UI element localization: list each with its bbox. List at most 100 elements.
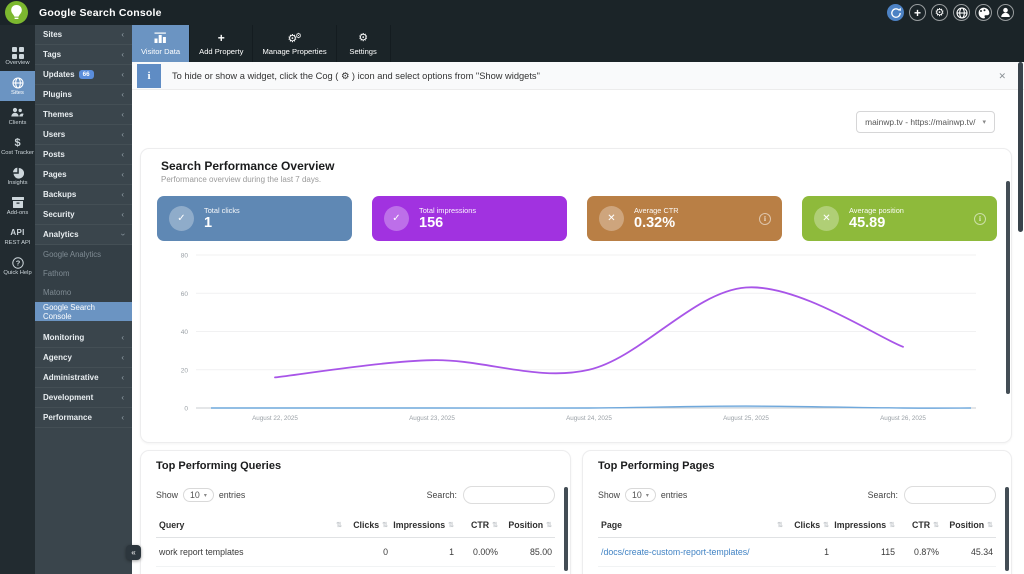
main-menu-item-label: Sites <box>11 90 24 96</box>
main-menu-item-sites[interactable]: Sites <box>0 71 35 101</box>
search-input[interactable] <box>463 486 555 504</box>
stat-texts: Average CTR0.32% <box>634 206 679 231</box>
column-header-clicks[interactable]: Clicks⇅ <box>786 513 832 538</box>
site-selector-value: mainwp.tv - https://mainwp.tv/ <box>865 117 975 127</box>
sidebar-item-plugins[interactable]: Plugins‹ <box>35 85 132 105</box>
main-menu-item-cost-tracker[interactable]: $Cost Tracker <box>0 131 35 161</box>
column-header-clicks[interactable]: Clicks⇅ <box>345 513 391 538</box>
value-cell: 115 <box>832 538 898 567</box>
info-icon[interactable]: i <box>759 213 771 225</box>
sidebar-subitem-google-analytics[interactable]: Google Analytics <box>35 245 132 264</box>
column-header-impressions[interactable]: Impressions⇅ <box>832 513 898 538</box>
column-header-label: Page <box>601 520 622 530</box>
top-queries-widget: Top Performing QueriesShow10▾entriesSear… <box>140 450 571 574</box>
column-header-position[interactable]: Position⇅ <box>501 513 555 538</box>
main-menu-item-insights[interactable]: Insights <box>0 161 35 191</box>
sidebar-item-development[interactable]: Development‹ <box>35 388 132 408</box>
column-header-ctr[interactable]: CTR⇅ <box>898 513 942 538</box>
mainwp-logo-icon[interactable] <box>5 1 28 24</box>
sidebar-item-users[interactable]: Users‹ <box>35 125 132 145</box>
page-scrollbar[interactable] <box>1018 62 1023 232</box>
palette-icon <box>978 7 990 19</box>
tab-settings[interactable]: ⚙Settings <box>337 25 391 62</box>
widget-scrollbar[interactable] <box>1006 181 1010 394</box>
svg-text:80: 80 <box>181 253 189 260</box>
sidebar-subitem-fathom[interactable]: Fathom <box>35 264 132 283</box>
add-button[interactable]: + <box>909 4 926 21</box>
sort-icon: ⇅ <box>382 521 388 529</box>
sidebar-item-updates[interactable]: Updates66‹ <box>35 65 132 85</box>
main-menu-item-rest-api[interactable]: APIREST API <box>0 221 35 251</box>
sidebar-item-analytics[interactable]: Analytics‹ <box>35 225 132 245</box>
sidebar-item-sites[interactable]: Sites‹ <box>35 25 132 45</box>
account-button[interactable] <box>997 4 1014 21</box>
check-circle-icon: ✓ <box>169 206 194 231</box>
main-menu-item-clients[interactable]: Clients <box>0 101 35 131</box>
search-label: Search: <box>868 490 898 500</box>
sidebar-item-security[interactable]: Security‹ <box>35 205 132 225</box>
sidebar-item-backups[interactable]: Backups‹ <box>35 185 132 205</box>
sidebar-item-label: Analytics <box>43 230 79 239</box>
tab-visitor-data[interactable]: Visitor Data <box>132 25 190 62</box>
main-menu-item-label: Overview <box>5 60 29 66</box>
tab-manage-properties[interactable]: ⚙⚙Manage Properties <box>253 25 336 62</box>
sidebar-item-performance[interactable]: Performance‹ <box>35 408 132 428</box>
chevron-icon: ‹ <box>121 210 124 219</box>
stat-card-average-ctr: ✕Average CTR0.32%i <box>587 196 782 241</box>
sidebar-item-agency[interactable]: Agency‹ <box>35 348 132 368</box>
sidebar-item-label: Tags <box>43 50 61 59</box>
search-input[interactable] <box>904 486 996 504</box>
column-header-label: Clicks <box>353 520 379 530</box>
svg-text:60: 60 <box>181 291 189 298</box>
settings-button[interactable]: ⚙ <box>931 4 948 21</box>
sidebar-item-label: Pages <box>43 170 67 179</box>
page-length-dropdown[interactable]: 10▾ <box>183 488 214 502</box>
table-scrollbar[interactable] <box>564 487 568 571</box>
show-label: Show <box>156 490 178 500</box>
main-menu-item-quick-help[interactable]: ?Quick Help <box>0 251 35 281</box>
page-length-control: Show10▾entries <box>156 488 245 502</box>
sidebar-item-administrative[interactable]: Administrative‹ <box>35 368 132 388</box>
chevron-icon: ‹ <box>121 333 124 342</box>
page-link[interactable]: /docs/create-custom-report-templates/ <box>598 538 786 567</box>
stat-card-total-clicks: ✓Total clicks1 <box>157 196 352 241</box>
page-length-control: Show10▾entries <box>598 488 687 502</box>
site-selector-dropdown[interactable]: mainwp.tv - https://mainwp.tv/ ▾ <box>856 111 995 133</box>
sidebar-item-themes[interactable]: Themes‹ <box>35 105 132 125</box>
sidebar-subitem-google-search-console[interactable]: Google Search Console <box>35 302 132 321</box>
svg-text:August 25, 2025: August 25, 2025 <box>723 415 769 422</box>
notice-close-icon[interactable]: ✕ <box>998 62 1006 90</box>
stat-card-total-impressions: ✓Total impressions156 <box>372 196 567 241</box>
page-link[interactable]: /docs/premium-plugin-updates-not-detecte… <box>598 567 786 574</box>
column-header-impressions[interactable]: Impressions⇅ <box>391 513 457 538</box>
chevron-icon: ‹ <box>121 90 124 99</box>
top-pages-controls: Show10▾entries Search: <box>598 485 996 505</box>
main-menu-item-overview[interactable]: Overview <box>0 41 35 71</box>
main-menu-item-label: REST API <box>5 240 31 246</box>
column-header-label: Position <box>508 520 543 530</box>
column-header-label: Impressions <box>393 520 445 530</box>
value-cell: 0.87% <box>898 538 942 567</box>
table-scrollbar[interactable] <box>1005 487 1009 571</box>
column-header-ctr[interactable]: CTR⇅ <box>457 513 501 538</box>
page-length-dropdown[interactable]: 10▾ <box>625 488 656 502</box>
info-icon[interactable]: i <box>974 213 986 225</box>
sidebar-subitem-matomo[interactable]: Matomo <box>35 283 132 302</box>
sidebar-item-pages[interactable]: Pages‹ <box>35 165 132 185</box>
sidebar-item-tags[interactable]: Tags‹ <box>35 45 132 65</box>
column-header-page[interactable]: Page⇅ <box>598 513 786 538</box>
sidebar-item-monitoring[interactable]: Monitoring‹ <box>35 328 132 348</box>
tab-add-property[interactable]: +Add Property <box>190 25 253 62</box>
main-menu-item-add-ons[interactable]: Add-ons <box>0 191 35 221</box>
chevron-down-icon: ▾ <box>982 118 986 126</box>
sites-button[interactable] <box>953 4 970 21</box>
column-header-query[interactable]: Query⇅ <box>156 513 345 538</box>
notice-bar: i To hide or show a widget, click the Co… <box>132 62 1024 90</box>
sidebar-item-posts[interactable]: Posts‹ <box>35 145 132 165</box>
sidebar-collapse-button[interactable]: « <box>126 545 141 560</box>
sidebar-item-label: Development <box>43 393 93 402</box>
sync-button[interactable] <box>887 4 904 21</box>
theme-button[interactable] <box>975 4 992 21</box>
main-menu-item-label: Insights <box>8 180 28 186</box>
column-header-position[interactable]: Position⇅ <box>942 513 996 538</box>
